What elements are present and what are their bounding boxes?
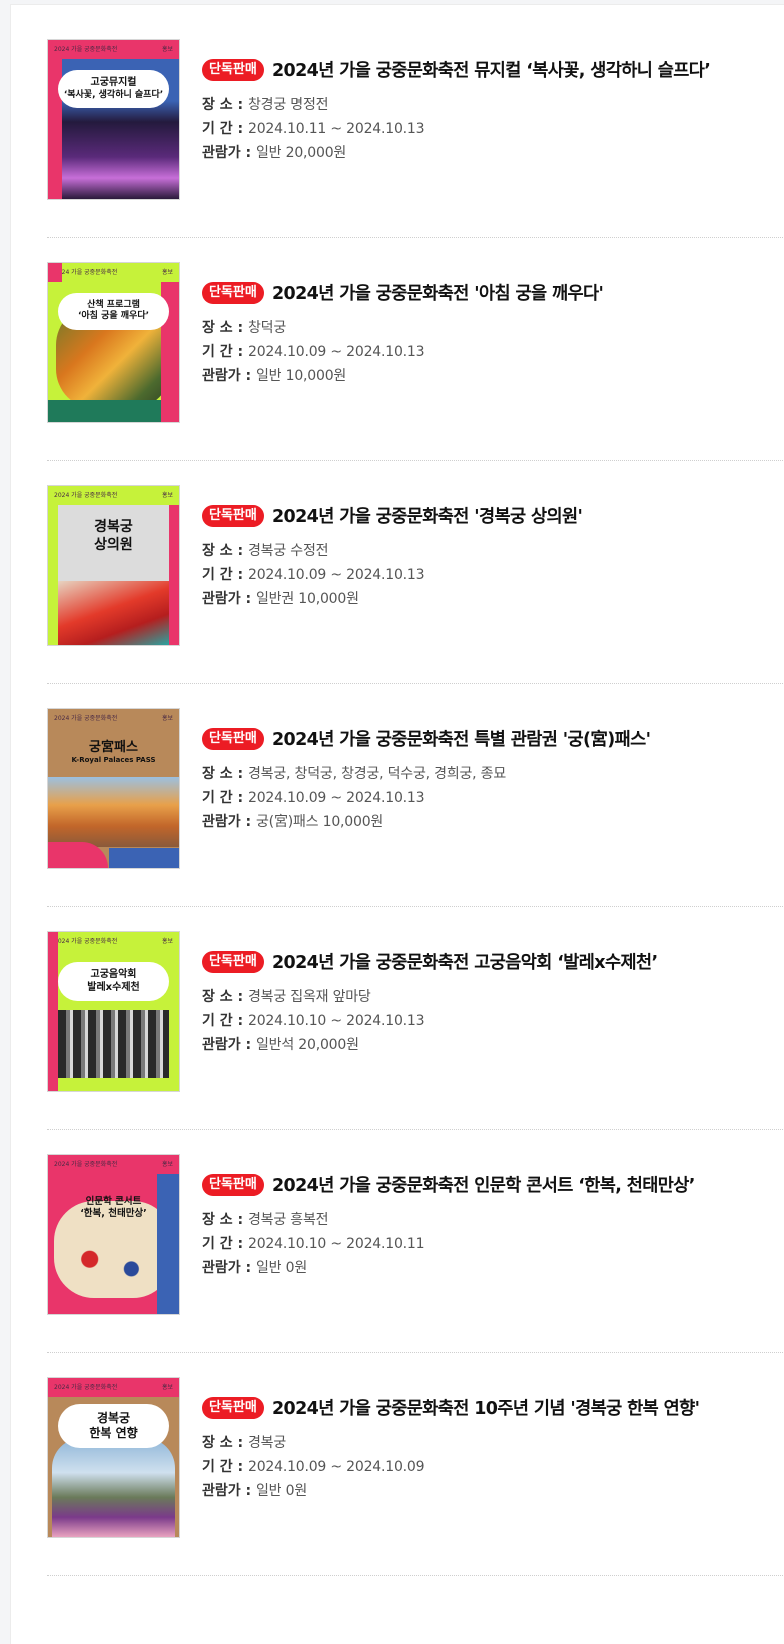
event-title-link[interactable]: 2024년 가을 궁중문화축전 고궁음악회 ‘발레x수제천’ xyxy=(272,949,658,974)
event-list-panel: 2024 가을 궁중문화축전 홍보 고궁뮤지컬 ‘복사꽃, 생각하니 슬프다’ 단독… xyxy=(10,4,784,1644)
event-title-link[interactable]: 2024년 가을 궁중문화축전 특별 관람권 '궁(宮)패스' xyxy=(272,726,651,751)
event-title-link[interactable]: 2024년 가을 궁중문화축전 '경복궁 상의원' xyxy=(272,503,583,528)
event-title-link[interactable]: 2024년 가을 궁중문화축전 인문학 콘서트 ‘한복, 천태만상’ xyxy=(272,1172,696,1197)
exclusive-sale-badge: 단독판매 xyxy=(202,1396,264,1419)
event-place: 장 소 : 경복궁 집옥재 앞마당 xyxy=(202,989,371,1005)
event-period: 기 간 : 2024.10.10 ~ 2024.10.11 xyxy=(202,1236,425,1252)
event-list-item[interactable]: 2024 가을 궁중문화축전 홍보 고궁음악회 발레x수제천 단독판매 2024년 … xyxy=(47,897,784,1130)
event-poster-image[interactable]: 2024 가을 궁중문화축전 홍보 경복궁 상의원 xyxy=(47,485,180,646)
event-list-item[interactable]: 2024 가을 궁중문화축전 홍보 산책 프로그램 ‘아침 궁을 깨우다’ 단독판매… xyxy=(47,228,784,461)
event-list-item[interactable]: 2024 가을 궁중문화축전 홍보 경복궁 한복 연향 단독판매 2024년 가을 … xyxy=(47,1343,784,1576)
event-poster-image[interactable]: 2024 가을 궁중문화축전 홍보 산책 프로그램 ‘아침 궁을 깨우다’ xyxy=(47,262,180,423)
poster-title: 경복궁 한복 연향 xyxy=(58,1404,169,1448)
event-price: 관람가 : 일반 20,000원 xyxy=(202,145,347,161)
event-title-link[interactable]: 2024년 가을 궁중문화축전 '아침 궁을 깨우다' xyxy=(272,280,604,305)
event-poster-image[interactable]: 2024 가을 궁중문화축전 홍보 경복궁 한복 연향 xyxy=(47,1377,180,1538)
event-price: 관람가 : 일반석 20,000원 xyxy=(202,1037,359,1053)
exclusive-sale-badge: 단독판매 xyxy=(202,504,264,527)
exclusive-sale-badge: 단독판매 xyxy=(202,58,264,81)
exclusive-sale-badge: 단독판매 xyxy=(202,281,264,304)
poster-title: 경복궁 상의원 xyxy=(94,519,133,553)
poster-title: 산책 프로그램 ‘아침 궁을 깨우다’ xyxy=(58,293,169,330)
event-list-item[interactable]: 2024 가을 궁중문화축전 홍보 궁宮패스 K-Royal Palaces PAS… xyxy=(47,674,784,907)
event-place: 장 소 : 창덕궁 xyxy=(202,320,287,336)
event-period: 기 간 : 2024.10.10 ~ 2024.10.13 xyxy=(202,1013,425,1029)
poster-title: 궁宮패스 K-Royal Palaces PASS xyxy=(71,740,156,765)
event-poster-image[interactable]: 2024 가을 궁중문화축전 홍보 고궁음악회 발레x수제천 xyxy=(47,931,180,1092)
event-poster-image[interactable]: 2024 가을 궁중문화축전 홍보 인문학 콘서트 ‘한복, 천태만상’ xyxy=(47,1154,180,1315)
event-period: 기 간 : 2024.10.09 ~ 2024.10.13 xyxy=(202,790,425,806)
event-price: 관람가 : 일반권 10,000원 xyxy=(202,591,359,607)
event-period: 기 간 : 2024.10.11 ~ 2024.10.13 xyxy=(202,121,425,137)
event-place: 장 소 : 경복궁 수정전 xyxy=(202,543,329,559)
event-period: 기 간 : 2024.10.09 ~ 2024.10.13 xyxy=(202,344,425,360)
event-period: 기 간 : 2024.10.09 ~ 2024.10.13 xyxy=(202,567,425,583)
event-poster-image[interactable]: 2024 가을 궁중문화축전 홍보 고궁뮤지컬 ‘복사꽃, 생각하니 슬프다’ xyxy=(47,39,180,200)
event-list-item[interactable]: 2024 가을 궁중문화축전 홍보 인문학 콘서트 ‘한복, 천태만상’ 단독판매 … xyxy=(47,1120,784,1353)
event-place: 장 소 : 경복궁 xyxy=(202,1435,287,1451)
event-place: 장 소 : 창경궁 명정전 xyxy=(202,97,329,113)
event-place: 장 소 : 경복궁 흥복전 xyxy=(202,1212,329,1228)
exclusive-sale-badge: 단독판매 xyxy=(202,950,264,973)
exclusive-sale-badge: 단독판매 xyxy=(202,1173,264,1196)
poster-title: 고궁뮤지컬 ‘복사꽃, 생각하니 슬프다’ xyxy=(58,70,169,108)
exclusive-sale-badge: 단독판매 xyxy=(202,727,264,750)
poster-title: 고궁음악회 발레x수제천 xyxy=(58,962,169,1001)
event-price: 관람가 : 일반 0원 xyxy=(202,1483,307,1499)
event-list-item[interactable]: 2024 가을 궁중문화축전 홍보 고궁뮤지컬 ‘복사꽃, 생각하니 슬프다’ 단독… xyxy=(47,5,784,238)
event-price: 관람가 : 일반 10,000원 xyxy=(202,368,347,384)
event-title-link[interactable]: 2024년 가을 궁중문화축전 10주년 기념 '경복궁 한복 연향' xyxy=(272,1395,700,1420)
event-poster-image[interactable]: 2024 가을 궁중문화축전 홍보 궁宮패스 K-Royal Palaces PAS… xyxy=(47,708,180,869)
event-period: 기 간 : 2024.10.09 ~ 2024.10.09 xyxy=(202,1459,425,1475)
event-place: 장 소 : 경복궁, 창덕궁, 창경궁, 덕수궁, 경희궁, 종묘 xyxy=(202,766,507,782)
event-title-link[interactable]: 2024년 가을 궁중문화축전 뮤지컬 ‘복사꽃, 생각하니 슬프다’ xyxy=(272,57,711,82)
event-price: 관람가 : 궁(宮)패스 10,000원 xyxy=(202,814,384,830)
poster-title: 인문학 콘서트 ‘한복, 천태만상’ xyxy=(80,1196,147,1219)
event-list-item[interactable]: 2024 가을 궁중문화축전 홍보 경복궁 상의원 단독판매 2024년 가을 궁중… xyxy=(47,451,784,684)
event-price: 관람가 : 일반 0원 xyxy=(202,1260,307,1276)
